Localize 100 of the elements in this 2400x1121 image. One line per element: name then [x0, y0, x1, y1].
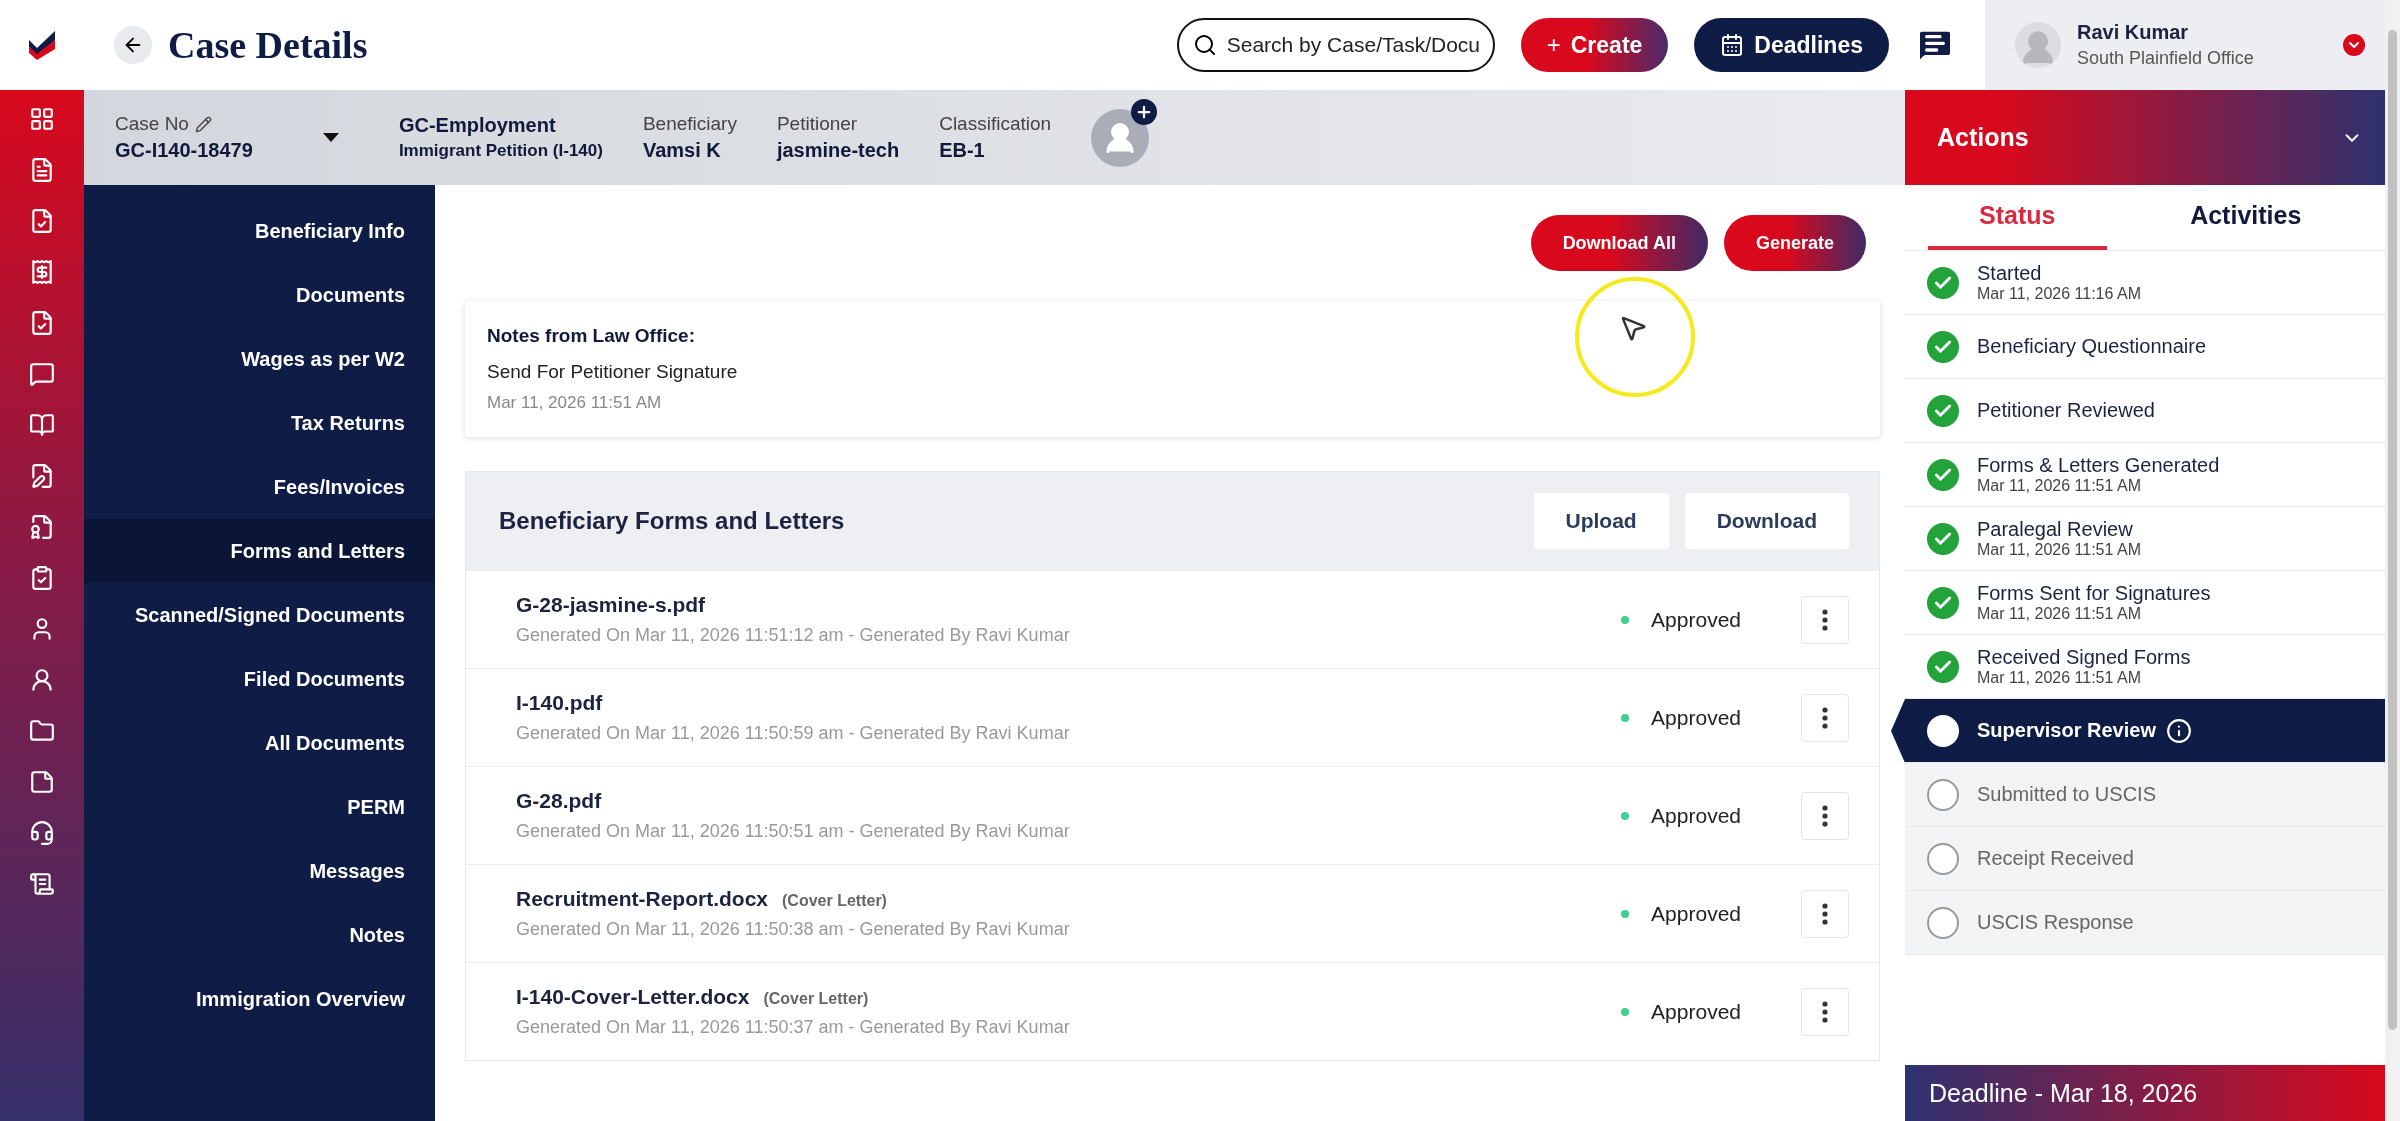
note-date: Mar 11, 2026 11:51 AM: [487, 393, 662, 413]
step-label: Beneficiary Questionnaire: [1977, 335, 2206, 358]
more-icon: [1822, 902, 1828, 925]
file-meta: Generated On Mar 11, 2026 11:51:12 am - Generated By Ravi Kumar: [516, 625, 1071, 646]
case-type: GC-Employment: [398, 114, 557, 137]
scrollbar-thumb[interactable]: [2388, 30, 2397, 1030]
check-circle-icon: [1927, 522, 1959, 555]
panel-button[interactable]: Download: [1684, 493, 1849, 549]
notes-heading: Notes from Law Office:: [487, 325, 695, 347]
status-text: Approved: [1651, 901, 1741, 926]
nav-item[interactable]: Beneficiary Info: [84, 199, 435, 263]
file-tag: (Cover Letter): [782, 892, 887, 910]
action-button[interactable]: Generate: [1723, 215, 1866, 271]
dropdown-icon[interactable]: [2343, 34, 2365, 56]
nav-item[interactable]: Filed Documents: [84, 647, 435, 711]
back-button[interactable]: [114, 26, 152, 64]
tab[interactable]: Activities: [2156, 185, 2335, 250]
case-number-label: Case No: [115, 113, 253, 135]
more-button[interactable]: [1801, 595, 1849, 644]
check-circle-icon: [1927, 458, 1959, 491]
nav-item[interactable]: All Documents: [84, 711, 435, 775]
folder-icon[interactable]: [29, 718, 55, 744]
nav-item[interactable]: Immigration Overview: [84, 967, 435, 1031]
note-text: Send For Petitioner Signature: [487, 361, 738, 383]
step-label: Petitioner Reviewed: [1977, 399, 2155, 422]
step-label: Submitted to USCIS: [1977, 783, 2156, 806]
panel-button[interactable]: Upload: [1533, 493, 1669, 549]
field-value: EB-1: [939, 139, 986, 162]
file-tag: (Cover Letter): [763, 990, 869, 1008]
file-name[interactable]: I-140-Cover-Letter.docx: [516, 985, 750, 1009]
chat-icon[interactable]: [29, 361, 55, 387]
step-date: Mar 11, 2026 11:51 AM: [1977, 477, 2142, 495]
action-button[interactable]: Download All: [1530, 215, 1708, 271]
book-icon[interactable]: [29, 412, 55, 438]
status-text: Approved: [1651, 607, 1741, 632]
step-label: Received Signed Forms: [1977, 646, 2191, 669]
more-button[interactable]: [1801, 693, 1849, 742]
nav-item[interactable]: Messages: [84, 839, 435, 903]
nav-item[interactable]: Documents: [84, 263, 435, 327]
user-office: South Plainfield Office: [2077, 48, 2254, 69]
more-button[interactable]: [1801, 987, 1849, 1036]
empty-circle-icon: [1927, 778, 1959, 811]
person-icon[interactable]: [29, 667, 55, 693]
create-button[interactable]: + Create: [1520, 18, 1669, 72]
nav-item[interactable]: Wages as per W2: [84, 327, 435, 391]
search-icon: [1192, 33, 1217, 57]
nav-item[interactable]: Tax Returns: [84, 391, 435, 455]
document-check-icon[interactable]: [29, 310, 55, 336]
deadlines-button[interactable]: Deadlines: [1694, 18, 1889, 72]
check-circle-icon: [1927, 586, 1959, 619]
more-button[interactable]: [1801, 791, 1849, 840]
case-subtype: Immigrant Petition (I-140): [398, 141, 603, 161]
nav-item[interactable]: Notes: [84, 903, 435, 967]
more-button[interactable]: [1801, 889, 1849, 938]
field-value: Vamsi K: [642, 139, 722, 162]
calendar-icon: [1720, 33, 1745, 57]
invoice-icon[interactable]: [29, 259, 55, 285]
plus-icon[interactable]: [1131, 98, 1158, 125]
step-date: Mar 11, 2026 11:51 AM: [1977, 669, 2142, 687]
dashboard-icon[interactable]: [29, 106, 55, 132]
empty-circle-icon: [1927, 906, 1959, 939]
step-label: Supervisor Review: [1977, 719, 2156, 742]
status-text: Approved: [1651, 999, 1741, 1024]
file-name[interactable]: G-28-jasmine-s.pdf: [516, 593, 706, 617]
info-icon[interactable]: [2165, 717, 2192, 744]
document-icon[interactable]: [29, 157, 55, 183]
clipboard-check-icon[interactable]: [29, 565, 55, 591]
status-text: Approved: [1651, 705, 1741, 730]
user-name: Ravi Kumar: [2077, 21, 2190, 44]
search-field[interactable]: Search by Case/Task/Docu: [1176, 18, 1495, 72]
document-badge-icon[interactable]: [29, 514, 55, 540]
step-label: Paralegal Review: [1977, 518, 2133, 541]
check-circle-icon: [1927, 394, 1959, 427]
document-edit-icon[interactable]: [29, 463, 55, 489]
file-name[interactable]: G-28.pdf: [516, 789, 602, 813]
file-name[interactable]: Recruitment-Report.docx: [516, 887, 769, 911]
nav-item[interactable]: Fees/Invoices: [84, 455, 435, 519]
more-icon: [1822, 608, 1828, 631]
scroll-icon[interactable]: [29, 871, 55, 897]
check-circle-icon: [1927, 266, 1959, 299]
document-check-icon[interactable]: [29, 208, 55, 234]
nav-item[interactable]: PERM: [84, 775, 435, 839]
step-date: Mar 11, 2026 11:51 AM: [1977, 605, 2142, 623]
nav-item[interactable]: Forms and Letters: [84, 519, 435, 583]
step-label: Forms & Letters Generated: [1977, 454, 2220, 477]
caret-icon[interactable]: [322, 133, 339, 142]
actions-header[interactable]: Actions: [1905, 90, 2385, 185]
page-title: Case Details: [168, 23, 369, 67]
more-icon: [1822, 706, 1828, 729]
note-icon[interactable]: [29, 769, 55, 795]
check-circle-icon: [1927, 650, 1959, 683]
status-text: Approved: [1651, 803, 1741, 828]
headset-icon[interactable]: [29, 820, 55, 846]
file-name[interactable]: I-140.pdf: [516, 691, 603, 715]
actions-title: Actions: [1937, 123, 2029, 152]
nav-item[interactable]: Scanned/Signed Documents: [84, 583, 435, 647]
pencil-icon[interactable]: [194, 115, 212, 133]
panel-title: Beneficiary Forms and Letters: [499, 507, 846, 535]
empty-circle-icon: [1927, 714, 1959, 747]
deadline-bar: Deadline - Mar 18, 2026: [1905, 1065, 2385, 1121]
